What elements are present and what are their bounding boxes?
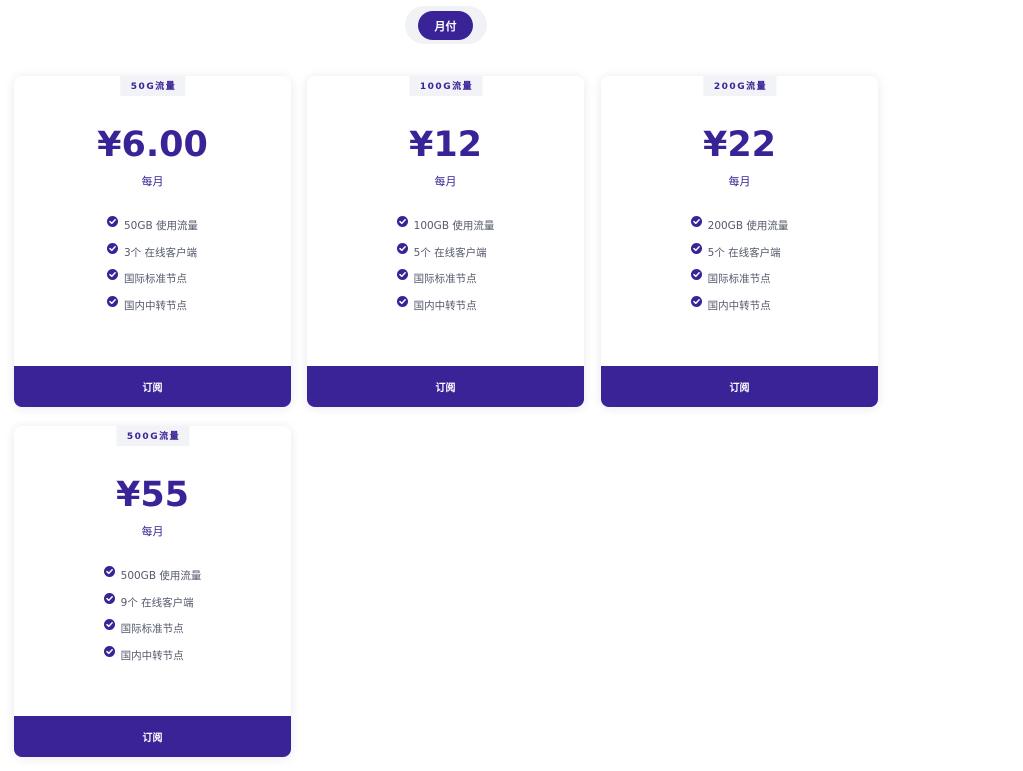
check-circle-icon xyxy=(106,269,118,280)
plan-card-100g: 100G流量 ¥12 每月 100GB 使用流量 5个 在线客户端 国际标准节点… xyxy=(307,76,584,407)
plan-badge: 100G流量 xyxy=(408,76,483,96)
plan-card-200g: 200G流量 ¥22 每月 200GB 使用流量 5个 在线客户端 国际标准节点… xyxy=(601,76,878,407)
feature-item: 国内中转节点 xyxy=(103,645,202,675)
plan-card-500g: 500G流量 ¥55 每月 500GB 使用流量 9个 在线客户端 国际标准节点… xyxy=(14,426,291,757)
plan-price: ¥22 xyxy=(702,125,777,165)
check-circle-icon xyxy=(396,295,408,307)
billing-toggle: 月付 xyxy=(405,6,487,44)
feature-item: 国际标准节点 xyxy=(106,269,198,298)
check-circle-icon xyxy=(690,216,702,227)
check-circle-icon xyxy=(103,566,115,577)
plan-badge: 200G流量 xyxy=(702,76,777,96)
check-circle-icon xyxy=(103,619,115,630)
plan-price: ¥55 xyxy=(115,475,190,515)
check-circle-icon xyxy=(690,295,702,307)
feature-list-wrap: 500GB 使用流量 9个 在线客户端 国际标准节点 国内中转节点 xyxy=(14,566,291,675)
plan-badge: 50G流量 xyxy=(119,76,186,96)
subscribe-button[interactable]: 订阅 xyxy=(307,366,584,407)
check-circle-icon xyxy=(106,216,118,227)
feature-item: 100GB 使用流量 xyxy=(396,216,495,245)
feature-label: 国际标准节点 xyxy=(123,273,187,285)
feature-item: 国内中转节点 xyxy=(106,295,198,325)
check-circle-icon xyxy=(103,592,115,604)
feature-item: 国际标准节点 xyxy=(396,269,495,298)
feature-item: 5个 在线客户端 xyxy=(690,242,789,272)
feature-item: 国际标准节点 xyxy=(690,269,789,298)
feature-label: 5个 在线客户端 xyxy=(707,246,781,259)
feature-label: 国际标准节点 xyxy=(120,623,184,635)
feature-list: 100GB 使用流量 5个 在线客户端 国际标准节点 国内中转节点 xyxy=(396,216,495,325)
check-circle-icon xyxy=(690,269,702,280)
feature-label: 国内中转节点 xyxy=(120,649,184,662)
subscribe-button[interactable]: 订阅 xyxy=(601,366,878,407)
plan-period: 每月 xyxy=(141,525,164,538)
plan-period: 每月 xyxy=(728,175,751,188)
feature-label: 国内中转节点 xyxy=(707,299,771,312)
feature-item: 9个 在线客户端 xyxy=(103,592,202,622)
feature-item: 500GB 使用流量 xyxy=(103,566,202,595)
feature-list-wrap: 100GB 使用流量 5个 在线客户端 国际标准节点 国内中转节点 xyxy=(307,216,584,325)
check-circle-icon xyxy=(396,216,408,227)
feature-list: 500GB 使用流量 9个 在线客户端 国际标准节点 国内中转节点 xyxy=(103,566,202,675)
check-circle-icon xyxy=(103,645,115,657)
monthly-toggle-button[interactable]: 月付 xyxy=(418,11,473,40)
feature-list: 50GB 使用流量 3个 在线客户端 国际标准节点 国内中转节点 xyxy=(106,216,199,325)
feature-item: 5个 在线客户端 xyxy=(396,242,495,272)
plan-period: 每月 xyxy=(141,175,164,188)
feature-label: 100GB 使用流量 xyxy=(413,220,495,232)
plan-price: ¥12 xyxy=(408,125,483,165)
feature-label: 500GB 使用流量 xyxy=(120,570,202,582)
feature-label: 9个 在线客户端 xyxy=(120,596,194,609)
feature-item: 国际标准节点 xyxy=(103,619,202,648)
plan-card-50g: 50G流量 ¥6.00 每月 50GB 使用流量 3个 在线客户端 国际标准节点… xyxy=(14,76,291,407)
feature-label: 国内中转节点 xyxy=(123,299,187,312)
plan-price: ¥6.00 xyxy=(97,125,208,165)
feature-label: 200GB 使用流量 xyxy=(707,220,789,232)
feature-label: 3个 在线客户端 xyxy=(123,246,197,259)
feature-label: 5个 在线客户端 xyxy=(413,246,487,259)
plan-badge: 500G流量 xyxy=(115,426,190,446)
feature-label: 50GB 使用流量 xyxy=(123,220,199,232)
subscribe-button[interactable]: 订阅 xyxy=(14,716,291,757)
check-circle-icon xyxy=(106,242,118,254)
feature-label: 国内中转节点 xyxy=(413,299,477,312)
feature-label: 国际标准节点 xyxy=(707,273,771,285)
feature-list-wrap: 200GB 使用流量 5个 在线客户端 国际标准节点 国内中转节点 xyxy=(601,216,878,325)
plan-period: 每月 xyxy=(434,175,457,188)
feature-item: 国内中转节点 xyxy=(396,295,495,325)
check-circle-icon xyxy=(106,295,118,307)
check-circle-icon xyxy=(396,242,408,254)
check-circle-icon xyxy=(690,242,702,254)
subscribe-button[interactable]: 订阅 xyxy=(14,366,291,407)
feature-item: 国内中转节点 xyxy=(690,295,789,325)
feature-item: 200GB 使用流量 xyxy=(690,216,789,245)
feature-item: 50GB 使用流量 xyxy=(106,216,199,245)
feature-list-wrap: 50GB 使用流量 3个 在线客户端 国际标准节点 国内中转节点 xyxy=(14,216,291,325)
feature-item: 3个 在线客户端 xyxy=(106,242,198,272)
feature-label: 国际标准节点 xyxy=(413,273,477,285)
check-circle-icon xyxy=(396,269,408,280)
feature-list: 200GB 使用流量 5个 在线客户端 国际标准节点 国内中转节点 xyxy=(690,216,789,325)
